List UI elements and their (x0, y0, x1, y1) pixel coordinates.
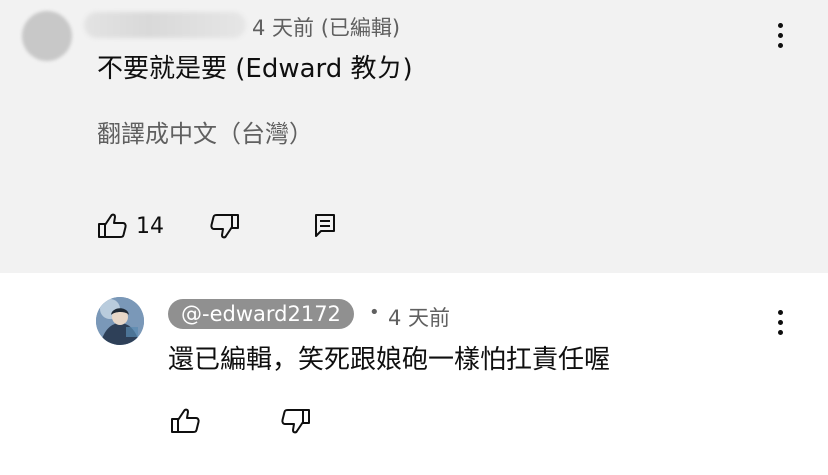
comment-timestamp: 4 天前 (已編輯) (252, 16, 401, 40)
more-options-icon[interactable] (765, 303, 795, 343)
author-handle[interactable]: @-edward2172 (168, 299, 354, 329)
like-button[interactable] (97, 212, 127, 240)
reply-button[interactable] (313, 212, 337, 240)
thumbs-down-icon (210, 214, 239, 239)
translate-link[interactable]: 翻譯成中文（台灣） (97, 114, 313, 149)
comment-text: 還已編輯，笑死跟娘砲一樣怕扛責任喔 (168, 345, 611, 375)
comment-timestamp: 4 天前 (388, 306, 451, 330)
avatar[interactable] (96, 297, 144, 345)
avatar[interactable] (22, 11, 72, 61)
dislike-button[interactable] (210, 212, 240, 240)
thumbs-up-icon (171, 408, 200, 433)
blurred-username[interactable] (84, 12, 246, 38)
more-options-icon[interactable] (765, 16, 795, 56)
comment-1: 4 天前 (已編輯) 不要就是要 (Edward 教ㄉ) 翻譯成中文（台灣） 1… (0, 0, 828, 273)
thumbs-up-icon (98, 213, 127, 238)
reply-icon (315, 214, 335, 237)
dislike-button[interactable] (281, 407, 311, 435)
separator-dot: • (369, 302, 380, 323)
like-button[interactable] (170, 407, 200, 435)
like-count: 14 (136, 214, 164, 239)
thumbs-down-icon (281, 409, 310, 434)
comment-text: 不要就是要 (Edward 教ㄉ) (97, 54, 413, 84)
comment-2: @-edward2172 • 4 天前 還已編輯，笑死跟娘砲一樣怕扛責任喔 (0, 273, 828, 475)
